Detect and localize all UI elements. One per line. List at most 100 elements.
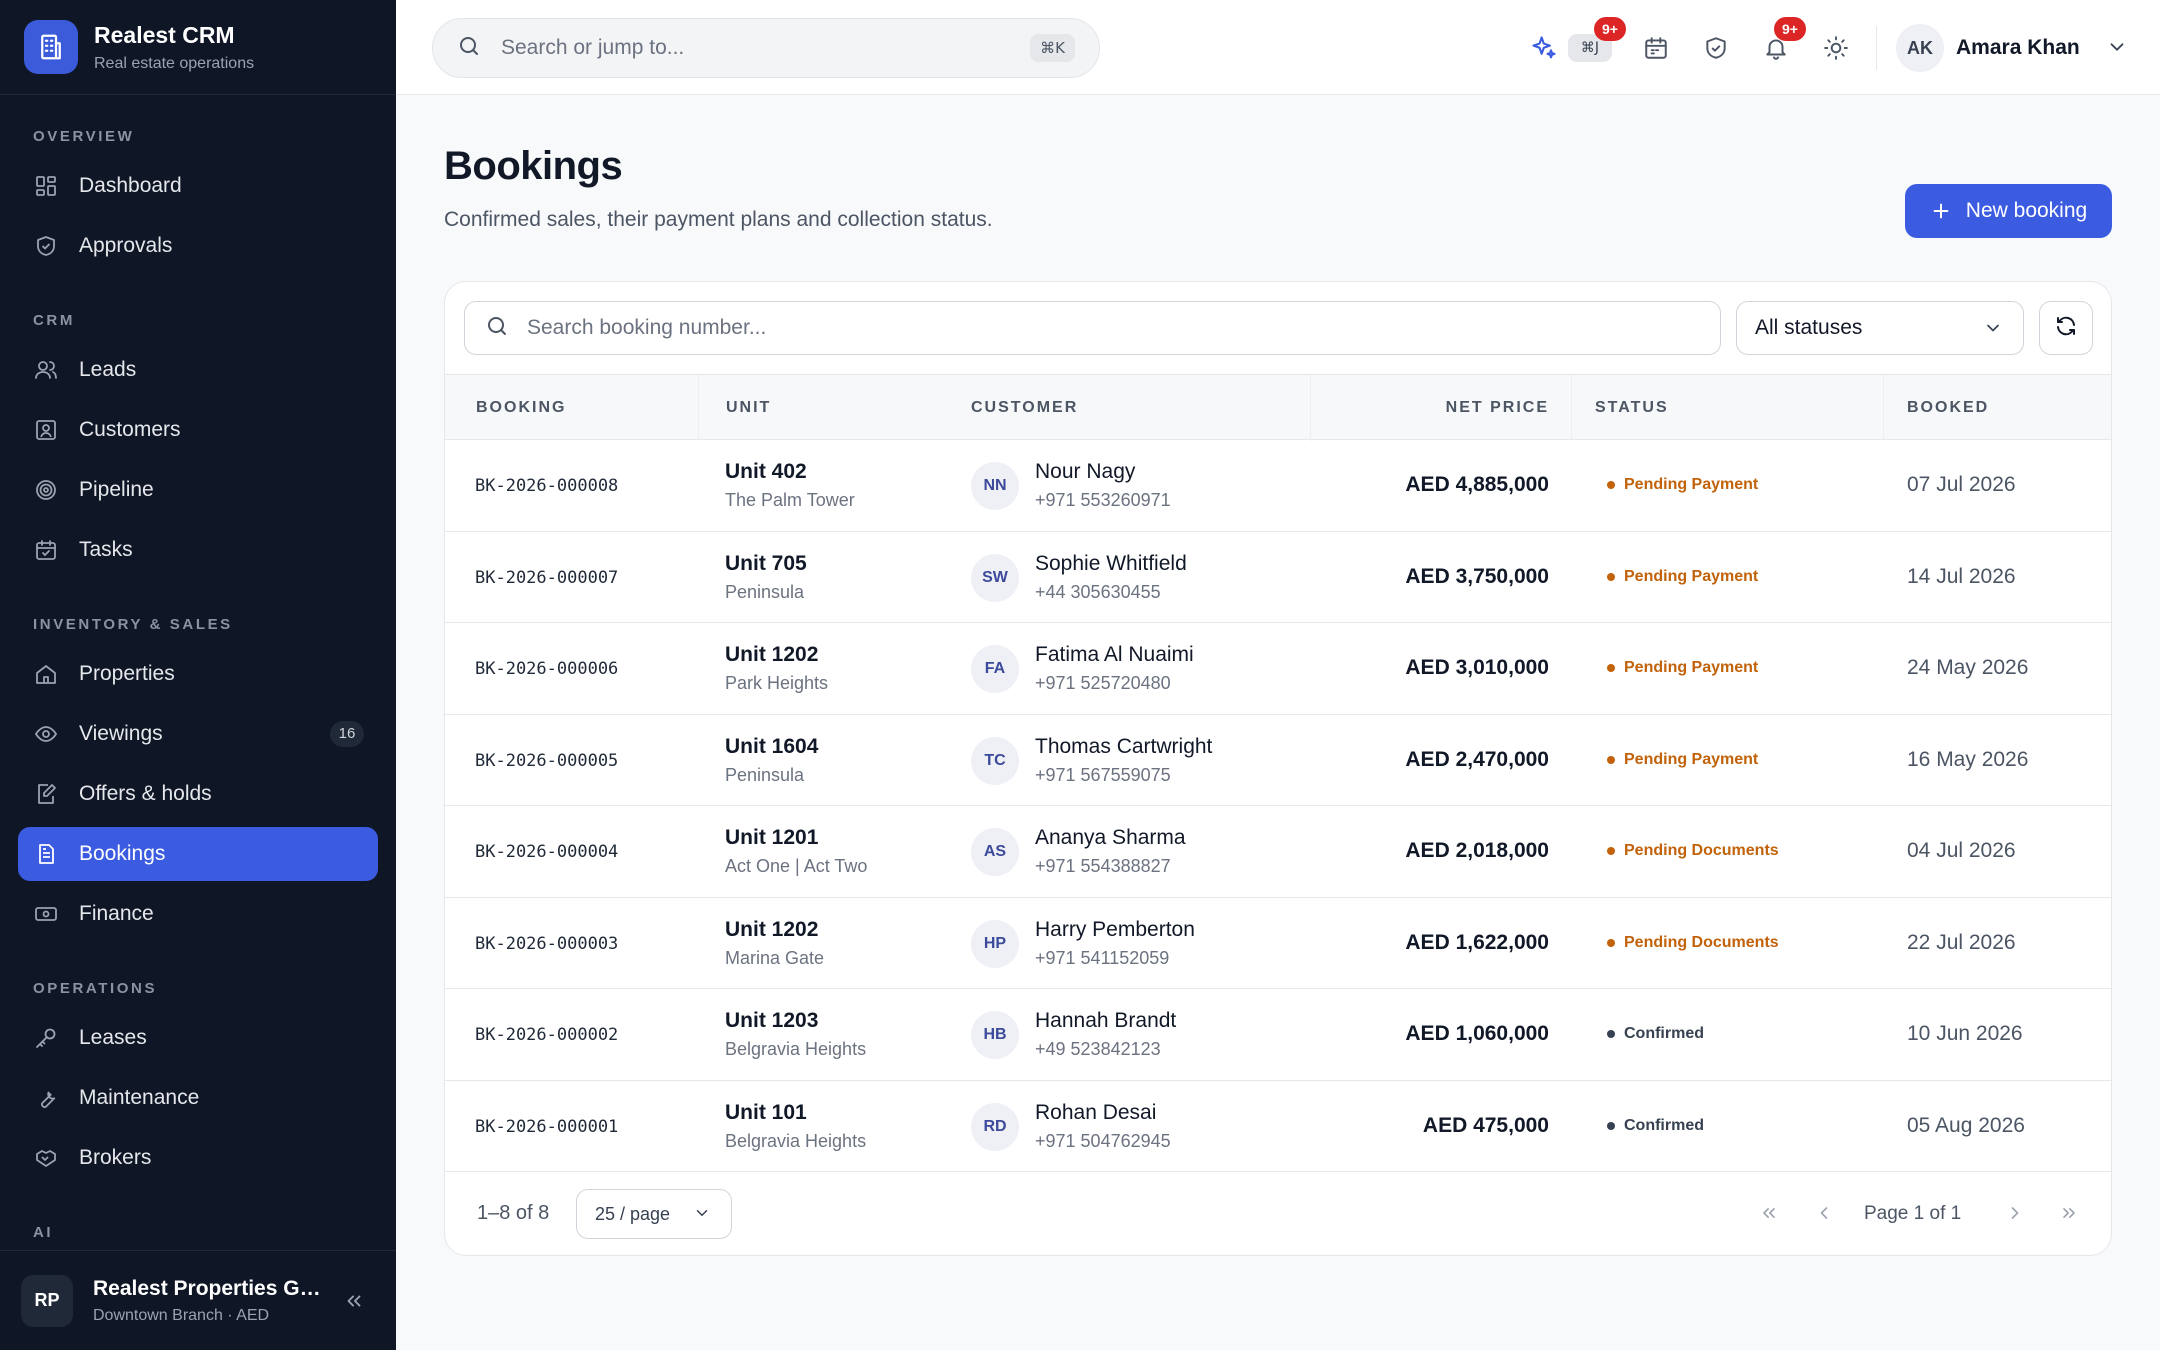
section-label-crm: CRM bbox=[33, 312, 75, 329]
sidebar-item-pipeline[interactable]: Pipeline bbox=[18, 463, 378, 517]
net-price: AED 1,622,000 bbox=[1405, 930, 1549, 954]
booked-date: 07 Jul 2026 bbox=[1907, 473, 2016, 496]
unit-name: Unit 1202 bbox=[725, 643, 819, 666]
booked-date: 14 Jul 2026 bbox=[1907, 564, 2016, 588]
sidebar-item-offers-holds[interactable]: Offers & holds bbox=[18, 767, 378, 821]
table-row[interactable]: BK-2026-000001 Unit 101 Belgravia Heights R… bbox=[445, 1081, 2111, 1172]
status-badge: Pending Payment bbox=[1607, 751, 1758, 769]
new-booking-button[interactable]: New booking bbox=[1905, 184, 2112, 238]
table-row[interactable]: BK-2026-000002 Unit 1203 Belgravia Heights… bbox=[445, 989, 2111, 1081]
table-row[interactable]: BK-2026-000008 Unit 402 The Palm Tower NN No… bbox=[445, 440, 2111, 532]
column-divider bbox=[1310, 375, 1311, 441]
unit-cell: Unit 1201 Act One | Act Two bbox=[725, 826, 867, 877]
collapse-sidebar-icon[interactable] bbox=[340, 1287, 368, 1315]
sidebar-item-dashboard[interactable]: Dashboard bbox=[18, 159, 378, 213]
ai-sparkle-icon[interactable] bbox=[1528, 32, 1560, 64]
sidebar-item-brokers[interactable]: Brokers bbox=[18, 1131, 378, 1185]
sidebar-item-customers[interactable]: Customers bbox=[18, 403, 378, 457]
booking-number[interactable]: BK-2026-000007 bbox=[475, 568, 618, 588]
booked-date: 22 Jul 2026 bbox=[1907, 930, 2016, 954]
sidebar-item-finance[interactable]: Finance bbox=[18, 887, 378, 941]
sidebar-item-leases[interactable]: Leases bbox=[18, 1011, 378, 1065]
unit-cell: Unit 1604 Peninsula bbox=[725, 735, 818, 786]
unit-project: Act One | Act Two bbox=[725, 856, 868, 876]
user-name[interactable]: Amara Khan bbox=[1956, 36, 2080, 60]
status-dot bbox=[1607, 1030, 1615, 1038]
table-row[interactable]: BK-2026-000003 Unit 1202 Marina Gate HP Harr… bbox=[445, 898, 2111, 989]
status-label: Pending Payment bbox=[1624, 659, 1759, 676]
brand[interactable]: Realest CRM Real estate operations bbox=[0, 0, 396, 95]
page-size-select[interactable]: 25 / page bbox=[576, 1189, 732, 1239]
chevron-down-icon bbox=[1983, 318, 2003, 344]
customer-cell: Thomas Cartwright +971 567559075 bbox=[1035, 735, 1212, 786]
booking-number[interactable]: BK-2026-000004 bbox=[475, 842, 618, 862]
customer-phone: +49 523842123 bbox=[1035, 1039, 1161, 1059]
booking-number[interactable]: BK-2026-000001 bbox=[475, 1117, 618, 1137]
unit-project: Park Heights bbox=[725, 673, 829, 693]
sidebar-item-properties[interactable]: Properties bbox=[18, 647, 378, 701]
first-page-icon[interactable] bbox=[1756, 1200, 1782, 1226]
building-logo-icon bbox=[24, 20, 78, 74]
unit-name: Unit 1604 bbox=[725, 734, 819, 758]
customer-name: Nour Nagy bbox=[1035, 460, 1136, 483]
column-header-customer[interactable]: CUSTOMER bbox=[971, 375, 1078, 441]
customer-avatar: RD bbox=[971, 1102, 1019, 1151]
sidebar: Realest CRM Real estate operations OVERV… bbox=[0, 0, 396, 1350]
column-header-unit[interactable]: UNIT bbox=[726, 375, 771, 441]
chevron-down-icon[interactable] bbox=[2106, 36, 2128, 63]
table-header: BOOKING UNIT CUSTOMER NET PRICE STATUS B… bbox=[445, 374, 2111, 441]
customer-phone: +971 553260971 bbox=[1035, 490, 1171, 510]
column-header-status[interactable]: STATUS bbox=[1595, 375, 1669, 441]
booking-number[interactable]: BK-2026-000006 bbox=[475, 659, 618, 679]
document-icon bbox=[33, 841, 59, 867]
sidebar-item-label: Maintenance bbox=[79, 1086, 200, 1109]
table-row[interactable]: BK-2026-000006 Unit 1202 Park Heights FA Fat… bbox=[445, 623, 2111, 715]
global-search-input[interactable]: Search or jump to... ⌘K bbox=[432, 18, 1100, 78]
unit-name: Unit 1203 bbox=[725, 1009, 819, 1032]
sidebar-item-viewings[interactable]: Viewings 16 bbox=[18, 707, 378, 761]
sidebar-item-leads[interactable]: Leads bbox=[18, 343, 378, 397]
sidebar-item-maintenance[interactable]: Maintenance bbox=[18, 1071, 378, 1125]
user-avatar[interactable]: AK bbox=[1896, 24, 1944, 72]
booking-number[interactable]: BK-2026-000008 bbox=[475, 476, 618, 496]
unit-project: Belgravia Heights bbox=[725, 1130, 867, 1151]
status-badge: Pending Payment bbox=[1607, 659, 1758, 677]
calendar-icon[interactable] bbox=[1640, 32, 1672, 64]
last-page-icon[interactable] bbox=[2056, 1200, 2082, 1226]
booking-number[interactable]: BK-2026-000005 bbox=[475, 751, 618, 771]
shield-icon[interactable] bbox=[1700, 32, 1732, 64]
booking-search-placeholder: Search booking number... bbox=[527, 316, 767, 339]
search-icon bbox=[485, 314, 509, 343]
status-filter-select[interactable]: All statuses bbox=[1736, 301, 2024, 355]
table-row[interactable]: BK-2026-000005 Unit 1604 Peninsula TC Thomas… bbox=[445, 715, 2111, 806]
sidebar-item-label: Finance bbox=[79, 902, 154, 925]
refresh-button[interactable] bbox=[2039, 301, 2093, 355]
home-icon bbox=[33, 661, 59, 687]
previous-page-icon[interactable] bbox=[1811, 1200, 1837, 1226]
table-row[interactable]: BK-2026-000004 Unit 1201 Act One | Act Two… bbox=[445, 806, 2111, 898]
sidebar-item-label: Brokers bbox=[79, 1146, 152, 1169]
column-header-booked[interactable]: BOOKED bbox=[1907, 375, 1989, 441]
table-row[interactable]: BK-2026-000007 Unit 705 Peninsula SW Sophie … bbox=[445, 532, 2111, 623]
unit-cell: Unit 402 The Palm Tower bbox=[725, 460, 855, 511]
booking-number[interactable]: BK-2026-000002 bbox=[475, 1025, 618, 1045]
sidebar-item-approvals[interactable]: Approvals bbox=[18, 219, 378, 273]
column-header-booking[interactable]: BOOKING bbox=[476, 375, 566, 441]
org-switcher[interactable]: RP Realest Properties Group Downtown Bra… bbox=[0, 1250, 396, 1350]
column-header-net-price[interactable]: NET PRICE bbox=[1446, 375, 1549, 441]
booking-search-input[interactable]: Search booking number... bbox=[464, 301, 1721, 355]
section-label-inventory: INVENTORY & SALES bbox=[33, 616, 233, 633]
next-page-icon[interactable] bbox=[2002, 1200, 2028, 1226]
sidebar-item-bookings[interactable]: Bookings bbox=[18, 827, 378, 881]
booking-number[interactable]: BK-2026-000003 bbox=[475, 934, 618, 954]
unit-cell: Unit 705 Peninsula bbox=[725, 552, 807, 603]
status-badge: Confirmed bbox=[1607, 1117, 1704, 1135]
sun-icon[interactable] bbox=[1820, 32, 1852, 64]
net-price: AED 3,010,000 bbox=[1405, 656, 1549, 679]
sidebar-item-label: Viewings bbox=[79, 722, 163, 745]
brand-subtitle: Real estate operations bbox=[94, 54, 255, 72]
customer-cell: Ananya Sharma +971 554388827 bbox=[1035, 826, 1186, 877]
sidebar-item-tasks[interactable]: Tasks bbox=[18, 523, 378, 577]
sidebar-item-label: Properties bbox=[79, 662, 175, 685]
status-label: Pending Documents bbox=[1624, 933, 1779, 951]
